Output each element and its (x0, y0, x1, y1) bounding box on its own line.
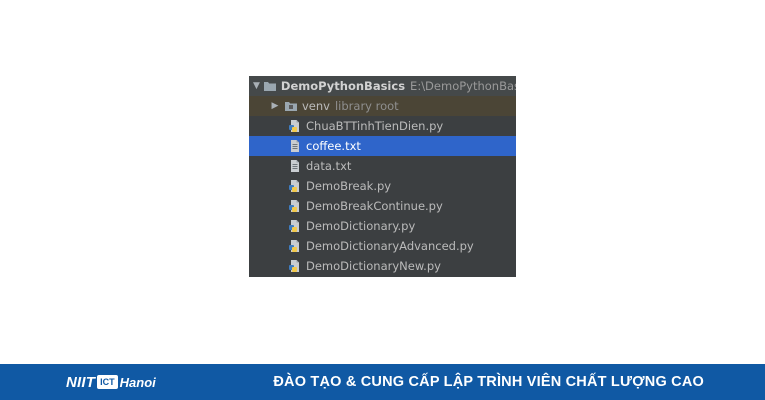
file-item[interactable]: DemoBreakContinue.py (249, 196, 516, 216)
text-file-icon (287, 138, 303, 154)
python-file-icon (287, 198, 303, 214)
file-name: data.txt (306, 159, 352, 173)
file-item[interactable]: DemoDictionaryNew.py (249, 256, 516, 276)
tree-root-folder[interactable]: ▼ DemoPythonBasics E:\DemoPythonBasics (249, 76, 516, 96)
python-file-icon (287, 118, 303, 134)
file-name: DemoDictionary.py (306, 219, 416, 233)
python-file-icon (287, 218, 303, 234)
file-item[interactable]: DemoDictionary.py (249, 216, 516, 236)
file-name: DemoDictionaryNew.py (306, 259, 441, 273)
logo-ict-mark: ICT (97, 375, 118, 389)
file-item[interactable]: data.txt (249, 156, 516, 176)
venv-library-root-hint: library root (334, 99, 399, 113)
footer-slogan: ĐÀO TẠO & CUNG CẤP LẬP TRÌNH VIÊN CHẤT L… (273, 374, 704, 390)
python-file-icon (287, 258, 303, 274)
python-file-icon (287, 238, 303, 254)
text-file-icon (287, 158, 303, 174)
footer-banner: NIIT ICT Hanoi ĐÀO TẠO & CUNG CẤP LẬP TR… (0, 364, 765, 400)
collapse-arrow-icon[interactable]: ▶ (269, 101, 281, 111)
file-item[interactable]: DemoDictionaryAdvanced.py (249, 236, 516, 256)
root-folder-name: DemoPythonBasics (280, 79, 406, 93)
file-item[interactable]: DemoBreak.py (249, 176, 516, 196)
file-list: ChuaBTTinhTienDien.py coffee.txt data.txt D… (249, 116, 516, 276)
logo-niit-text: NIIT (66, 373, 96, 391)
library-folder-icon (283, 98, 299, 114)
logo-hanoi-text: Hanoi (119, 374, 156, 390)
folder-icon (262, 78, 278, 94)
file-item[interactable]: ChuaBTTinhTienDien.py (249, 116, 516, 136)
file-name: ChuaBTTinhTienDien.py (306, 119, 444, 133)
venv-folder-name: venv (302, 99, 330, 113)
root-folder-path: E:\DemoPythonBasics (410, 79, 516, 93)
tree-venv-folder[interactable]: ▶ venv library root (249, 96, 516, 116)
file-name: DemoBreak.py (306, 179, 392, 193)
expand-arrow-icon[interactable]: ▼ (253, 81, 260, 91)
niit-ict-hanoi-logo: NIIT ICT Hanoi (66, 370, 156, 394)
project-tree-panel: ▼ DemoPythonBasics E:\DemoPythonBasics ▶… (249, 76, 516, 277)
file-name: DemoDictionaryAdvanced.py (306, 239, 474, 253)
file-name: DemoBreakContinue.py (306, 199, 443, 213)
file-item[interactable]: coffee.txt (249, 136, 516, 156)
file-name: coffee.txt (306, 139, 361, 153)
python-file-icon (287, 178, 303, 194)
